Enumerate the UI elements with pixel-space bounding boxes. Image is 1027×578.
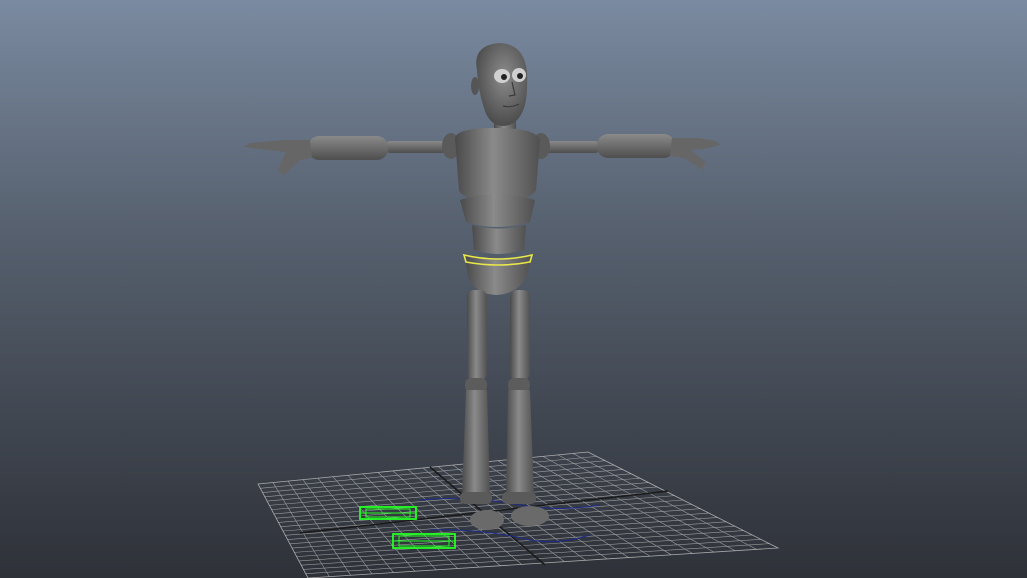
right-leg[interactable] (502, 290, 549, 526)
viewport-scene[interactable] (0, 0, 1027, 578)
foot-controller-right[interactable] (392, 533, 456, 549)
abdomen[interactable] (460, 194, 535, 227)
foot-controller-left[interactable] (359, 506, 417, 520)
left-leg[interactable] (460, 290, 504, 530)
waist[interactable] (472, 225, 526, 254)
grid-line (296, 525, 735, 557)
ear (471, 77, 479, 95)
foot-right[interactable] (511, 506, 549, 526)
character-model[interactable] (244, 43, 720, 530)
foot-left[interactable] (470, 510, 504, 530)
pelvis-selected[interactable] (462, 253, 534, 295)
left-arm[interactable] (244, 136, 447, 175)
grid-line (292, 517, 718, 549)
right-arm[interactable] (536, 134, 720, 170)
head[interactable] (471, 43, 528, 126)
3d-viewport[interactable] (0, 0, 1027, 578)
chest[interactable] (455, 128, 540, 202)
